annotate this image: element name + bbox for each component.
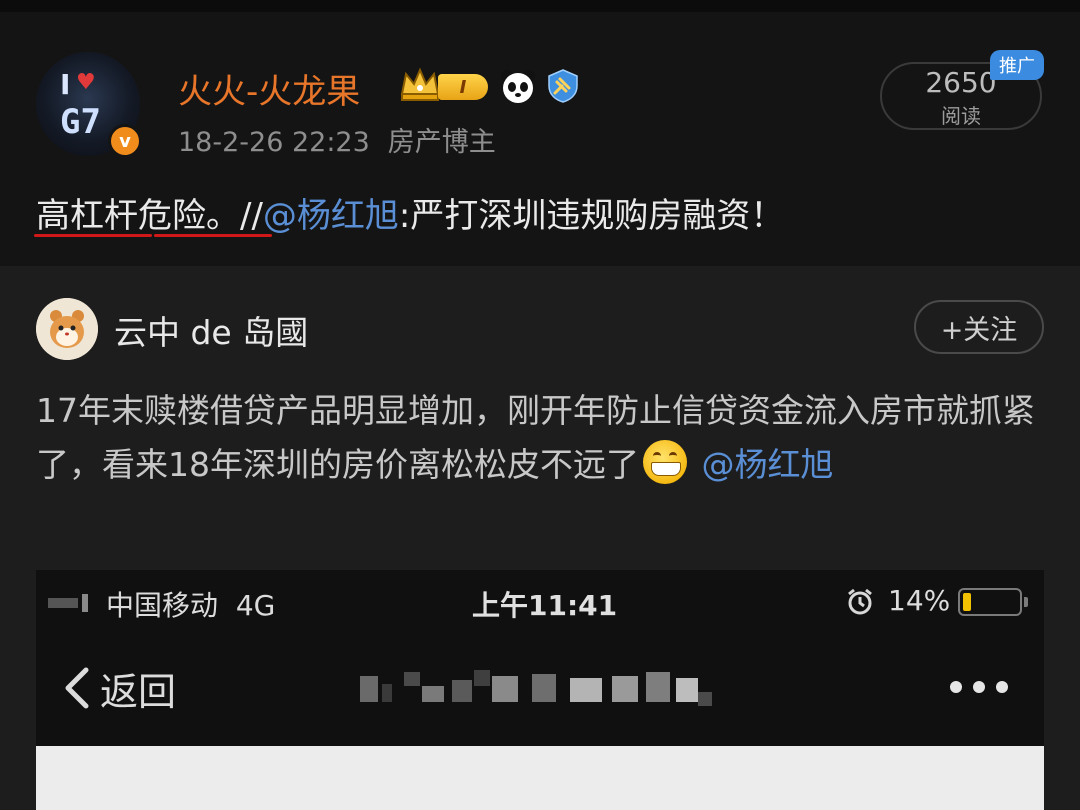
alarm-clock-icon [848, 588, 872, 615]
battery-fill [963, 593, 971, 611]
repost-text: 17年末赎楼借贷产品明显增加，刚开年防止信贷资金流入房市就抓紧了，看来18年深圳… [36, 384, 1046, 492]
more-options-icon[interactable] [946, 674, 1012, 700]
battery-percent: 14% [888, 584, 951, 617]
signal-icon [48, 594, 88, 612]
back-button[interactable]: 返回 [60, 662, 176, 714]
read-label: 阅读 [941, 104, 981, 128]
crown-icon [400, 67, 440, 101]
battery-icon [958, 588, 1022, 616]
avatar-art: I [60, 68, 71, 101]
repost-mention-link[interactable]: @杨红旭 [702, 445, 834, 484]
hamster-avatar-icon [36, 298, 98, 360]
status-time: 上午11:41 [472, 589, 618, 622]
chevron-left-icon [65, 667, 89, 709]
network-type: 4G [235, 589, 276, 622]
shield-icon [548, 69, 578, 103]
heart-icon: ♥ [76, 70, 96, 95]
post-text-rest: :严打深圳违规购房融资！ [398, 196, 785, 236]
avatar-art-g7: G7 [60, 102, 101, 142]
promote-tag[interactable]: 推广 [990, 50, 1044, 80]
post-timestamp: 18-2-26 22:23 [178, 127, 370, 158]
author-name[interactable]: 火火-火龙果 [178, 64, 360, 113]
mention-link[interactable]: @杨红旭 [263, 196, 399, 236]
repost-text-body: 17年末赎楼借贷产品明显增加，刚开年防止信贷资金流入房市就抓紧了，看来18年深圳… [36, 391, 1035, 484]
top-divider [0, 0, 1080, 12]
carrier-name: 中国移动 [106, 589, 219, 622]
verified-v-icon: v [108, 124, 142, 158]
post-meta: 18-2-26 22:23 房产博主 [178, 120, 496, 159]
member-level-badge[interactable]: I [438, 74, 488, 100]
screenshot-content-area [36, 746, 1044, 810]
back-label: 返回 [100, 669, 177, 714]
pixelated-title [360, 670, 712, 706]
repost-author-avatar[interactable] [36, 298, 98, 360]
post-text-main: 高杠杆危险。// [36, 196, 263, 236]
repost-author-name[interactable]: 云中 de 岛國 [114, 306, 308, 354]
panda-icon [501, 70, 535, 103]
battery-tip [1024, 597, 1028, 607]
post-text: 高杠杆危险。//@杨红旭:严打深圳违规购房融资！ [36, 188, 784, 237]
author-role: 房产博主 [387, 127, 496, 158]
red-underline-annotation [154, 234, 272, 237]
status-carrier: 中国移动 4G [106, 584, 275, 624]
grinning-face-icon [643, 440, 687, 484]
follow-button[interactable]: +关注 [914, 300, 1044, 354]
red-underline-annotation [34, 234, 152, 237]
